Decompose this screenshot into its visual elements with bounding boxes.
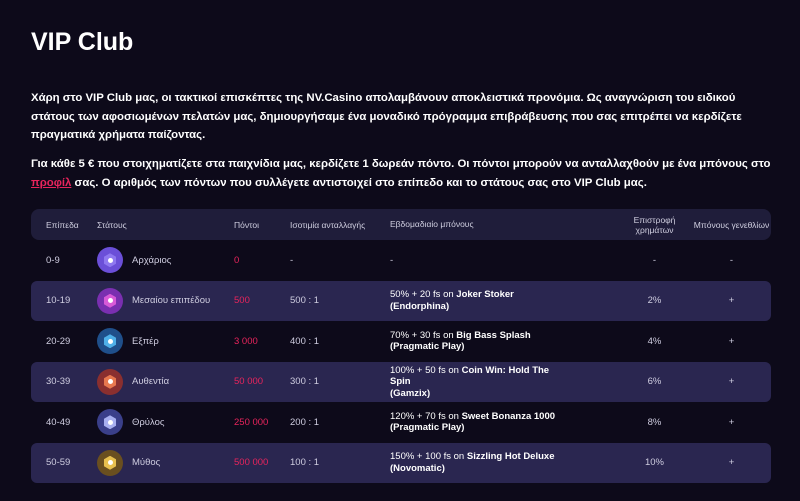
header-level: Επίπεδα <box>46 219 79 230</box>
cell-exchange-rate: 500 : 1 <box>290 295 320 307</box>
cell-status: Μύθος <box>82 449 219 476</box>
cell-points: 0 <box>234 254 240 266</box>
status-badge-icon <box>97 247 123 274</box>
weekly-bonus-provider: (Pragmatic Play) <box>390 341 465 353</box>
table-row: 0-9 Αρχάριος 0 - - - - <box>31 240 771 281</box>
weekly-bonus-provider: (Novomatic) <box>390 462 445 474</box>
header-exchange-rate: Ισοτιμία ανταλλαγής <box>290 219 366 230</box>
cell-weekly-bonus: 100% + 50 fs on Coin Win: Hold The Spin(… <box>377 365 562 400</box>
weekly-bonus-offer: - <box>390 254 394 266</box>
status-label: Εξπέρ <box>132 335 159 347</box>
cell-cashback: - <box>652 254 657 266</box>
cell-status: Θρύλος <box>82 409 219 436</box>
cell-birthday-bonus: + <box>728 416 735 428</box>
cell-weekly-bonus: 70% + 30 fs on Big Bass Splash (Pragmatic… <box>377 330 562 353</box>
vip-levels-table: Επίπεδα Στάτους Πόντοι Ισοτιμία ανταλλαγ… <box>31 209 771 483</box>
weekly-bonus-offer: 70% + 30 fs on <box>390 329 457 341</box>
cell-status: Εξπέρ <box>82 328 219 355</box>
points-rules-paragraph: Για κάθε 5 € που στοιχηματίζετε στα παιχ… <box>31 155 771 192</box>
table-row: 30-39 Αυθεντία 50 000 300 : 1 100% + 50 fs o… <box>31 361 771 402</box>
cell-cashback: 6% <box>647 376 662 388</box>
weekly-bonus-offer: 120% + 70 fs on <box>390 410 462 422</box>
cell-points: 500 000 <box>234 457 269 469</box>
table-row: 40-49 Θρύλος 250 000 200 : 1 120% + 70 fs on… <box>31 402 771 443</box>
cell-points: 250 000 <box>234 416 269 428</box>
cell-exchange-rate: - <box>290 254 294 266</box>
weekly-bonus-game: Sweet Bonanza 1000 <box>461 410 556 422</box>
cell-exchange-rate: 400 : 1 <box>290 335 320 347</box>
table-row: 20-29 Εξπέρ 3 000 400 : 1 70% + 30 fs on Big… <box>31 321 771 362</box>
weekly-bonus-provider: (Endorphina) <box>390 300 450 312</box>
cell-weekly-bonus: 50% + 20 fs on Joker Stoker (Endorphina) <box>377 289 562 312</box>
cell-level: 0-9 <box>46 254 60 266</box>
status-label: Μύθος <box>132 457 161 469</box>
table-body: 0-9 Αρχάριος 0 - - - - 10-19 Μεσαίου επιπέδου 500… <box>31 240 771 483</box>
status-badge-icon <box>97 328 123 355</box>
cell-status: Αρχάριος <box>82 247 219 274</box>
cell-cashback: 10% <box>644 457 664 469</box>
cell-birthday-bonus: + <box>728 295 735 307</box>
header-cashback: Επιστροφή χρημάτων <box>633 214 676 235</box>
page-title: VIP Club <box>31 28 134 56</box>
cell-level: 30-39 <box>46 376 71 388</box>
table-row: 10-19 Μεσαίου επιπέδου 500 500 : 1 50% + 20 … <box>31 280 771 321</box>
cell-birthday-bonus: - <box>729 254 734 266</box>
cell-status: Μεσαίου επιπέδου <box>82 287 219 314</box>
cell-points: 50 000 <box>234 376 264 388</box>
weekly-bonus-offer: 100% + 50 fs on <box>390 364 462 376</box>
cell-birthday-bonus: + <box>728 457 735 469</box>
cell-level: 40-49 <box>46 416 71 428</box>
header-status: Στάτους <box>97 219 127 230</box>
status-label: Μεσαίου επιπέδου <box>132 295 211 307</box>
cell-points: 3 000 <box>234 335 258 347</box>
cell-exchange-rate: 300 : 1 <box>290 376 320 388</box>
status-label: Αρχάριος <box>132 254 172 266</box>
status-badge-icon <box>97 287 123 314</box>
cell-exchange-rate: 200 : 1 <box>290 416 320 428</box>
cell-points: 500 <box>234 295 250 307</box>
header-birthday-bonus: Μπόνους γενεθλίων <box>693 219 770 230</box>
cell-birthday-bonus: + <box>728 376 735 388</box>
cell-weekly-bonus: - <box>377 255 562 267</box>
cell-status: Αυθεντία <box>82 368 219 395</box>
weekly-bonus-game: Joker Stoker <box>456 289 514 301</box>
cell-birthday-bonus: + <box>728 335 735 347</box>
cell-cashback: 4% <box>647 335 662 347</box>
weekly-bonus-offer: 50% + 20 fs on <box>390 289 457 301</box>
rules-text-end: σας. Ο αριθμός των πόντων που συλλέγετε … <box>71 176 647 189</box>
table-row: 50-59 Μύθος 500 000 100 : 1 150% + 100 fs on… <box>31 442 771 483</box>
status-label: Θρύλος <box>132 416 165 428</box>
cell-exchange-rate: 100 : 1 <box>290 457 320 469</box>
rules-text-start: Για κάθε 5 € που στοιχηματίζετε στα παιχ… <box>31 158 771 170</box>
weekly-bonus-offer: 150% + 100 fs on <box>390 451 467 463</box>
cell-weekly-bonus: 120% + 70 fs on Sweet Bonanza 1000 (Pragm… <box>377 411 562 434</box>
intro-paragraph: Χάρη στο VIP Club μας, οι τακτικοί επισκ… <box>31 92 742 141</box>
weekly-bonus-provider: (Gamzix) <box>390 387 431 399</box>
table-header: Επίπεδα Στάτους Πόντοι Ισοτιμία ανταλλαγ… <box>31 209 771 240</box>
cell-level: 20-29 <box>46 335 71 347</box>
status-badge-icon <box>97 449 123 476</box>
weekly-bonus-game: Sizzling Hot Deluxe <box>466 451 555 463</box>
status-badge-icon <box>97 368 123 395</box>
cell-level: 10-19 <box>46 295 71 307</box>
status-badge-icon <box>97 409 123 436</box>
cell-cashback: 8% <box>647 416 662 428</box>
cell-weekly-bonus: 150% + 100 fs on Sizzling Hot Deluxe (Nov… <box>377 451 562 474</box>
cell-cashback: 2% <box>647 295 662 307</box>
header-weekly-bonus: Εβδομαδιαίο μπόνους <box>390 218 474 229</box>
weekly-bonus-provider: (Pragmatic Play) <box>390 422 465 434</box>
cell-level: 50-59 <box>46 457 71 469</box>
profile-link[interactable]: προφίλ <box>31 177 71 189</box>
header-points: Πόντοι <box>234 219 259 230</box>
weekly-bonus-game: Big Bass Splash <box>456 329 531 341</box>
status-label: Αυθεντία <box>132 376 170 388</box>
